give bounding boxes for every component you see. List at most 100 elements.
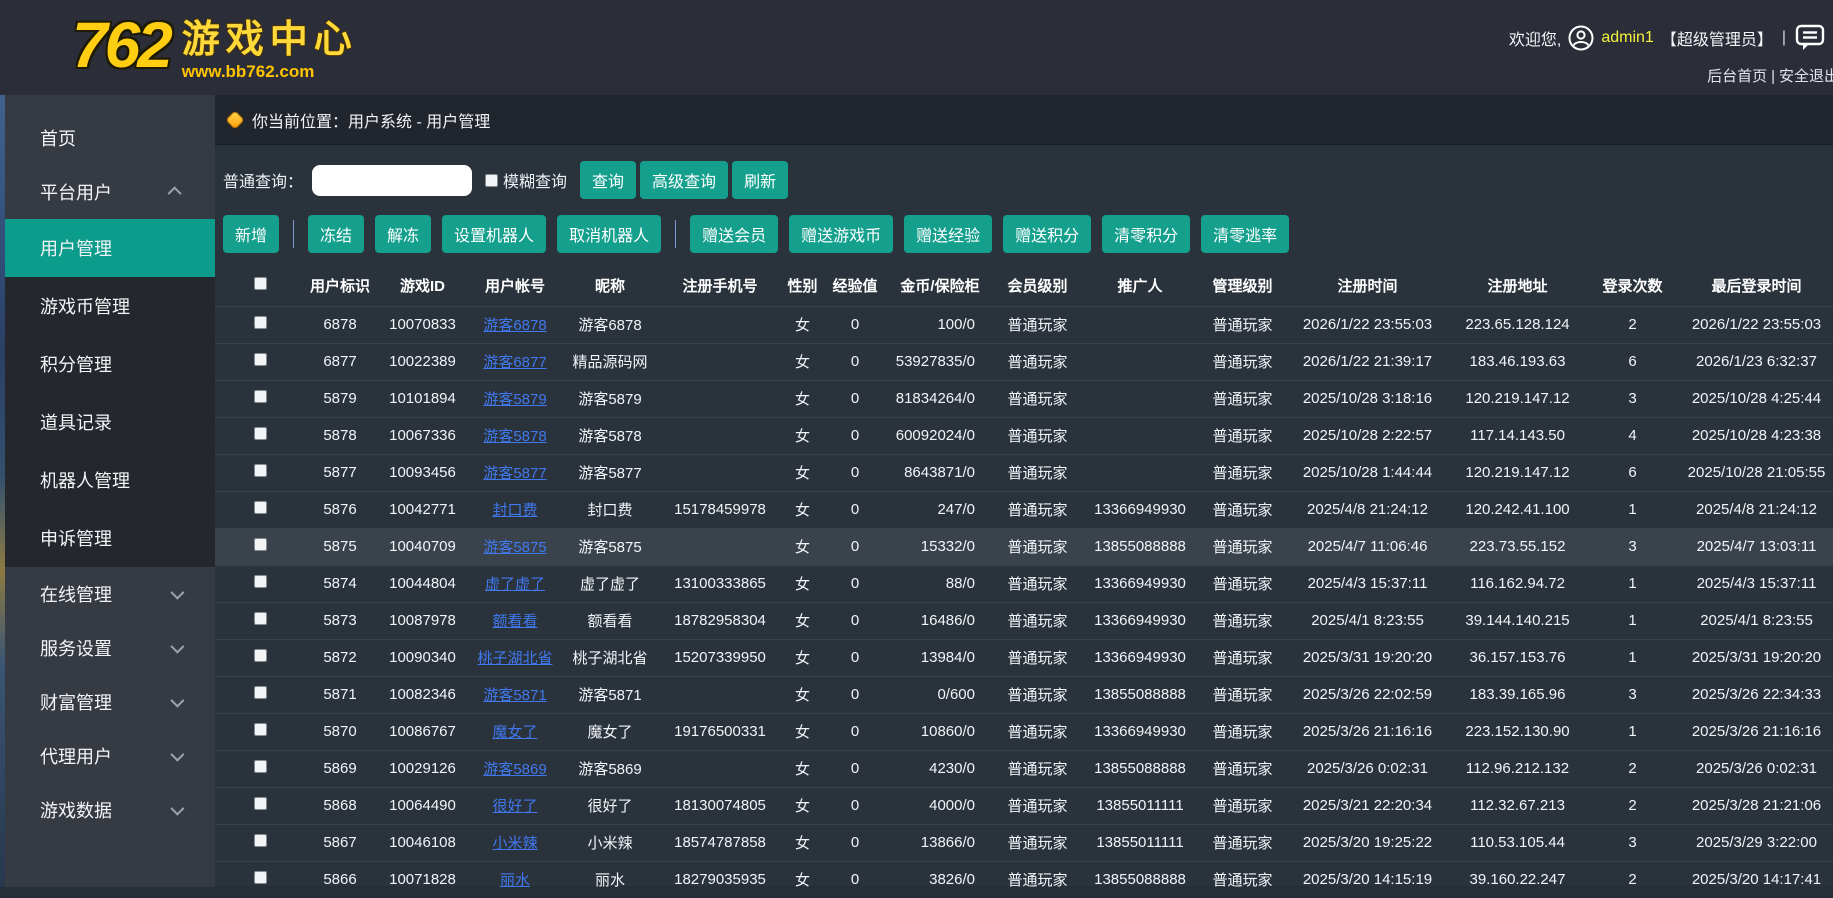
row-checkbox[interactable] [254,390,267,403]
cell-phone [660,454,780,491]
top-header: 762 游戏中心 www.bb762.com 欢迎您, admin1 【超级管理… [0,0,1833,95]
unfreeze-button[interactable]: 解冻 [375,215,431,253]
cell-game-id: 10044804 [375,565,470,602]
sidebar-item-service-settings[interactable]: 服务设置 [0,621,215,675]
account-link[interactable]: 魔女了 [492,724,537,741]
account-link[interactable]: 封口费 [492,502,537,519]
account-link[interactable]: 游客6878 [483,317,546,334]
cell-gender: 女 [780,676,825,713]
row-checkbox[interactable] [254,316,267,329]
sidebar-item-user-management[interactable]: 用户管理 [0,219,215,277]
row-checkbox[interactable] [254,834,267,847]
column-header: 注册地址 [1450,265,1585,306]
add-button[interactable]: 新增 [223,215,279,253]
account-link[interactable]: 游客5871 [483,687,546,704]
clear-points-button[interactable]: 清零积分 [1102,215,1190,253]
backend-home-link[interactable]: 后台首页 [1707,68,1767,85]
row-checkbox[interactable] [254,353,267,366]
cell-reg-addr: 120.219.147.12 [1450,454,1585,491]
cell-reg-time: 2025/10/28 2:22:57 [1285,417,1450,454]
sidebar-item-wealth-management[interactable]: 财富管理 [0,675,215,729]
account-link[interactable]: 桃子湖北省 [477,650,552,667]
cell-vip-level: 普通玩家 [995,417,1080,454]
search-button[interactable]: 查询 [580,161,636,199]
cell-exp: 0 [825,491,885,528]
sidebar-item-points-management[interactable]: 积分管理 [0,335,215,393]
cell-promoter [1080,454,1200,491]
toolbar-group-divider [293,220,294,248]
cell-gold-safe: 4230/0 [885,750,995,787]
sidebar-item-appeal-management[interactable]: 申诉管理 [0,509,215,567]
cell-game-id: 10086767 [375,713,470,750]
account-link[interactable]: 游客5879 [483,391,546,408]
set-robot-button[interactable]: 设置机器人 [442,215,546,253]
gift-points-button[interactable]: 赠送积分 [1003,215,1091,253]
freeze-button[interactable]: 冻结 [308,215,364,253]
sidebar-item-home[interactable]: 首页 [0,111,215,165]
fuzzy-search-checkbox[interactable] [485,174,498,187]
gift-member-button[interactable]: 赠送会员 [690,215,778,253]
row-checkbox[interactable] [254,723,267,736]
sidebar-item-online-management[interactable]: 在线管理 [0,567,215,621]
row-checkbox[interactable] [254,871,267,884]
cell-gold-safe: 88/0 [885,565,995,602]
refresh-button[interactable]: 刷新 [732,161,788,199]
cell-login-count: 6 [1585,343,1680,380]
sidebar-item-label: 代理用户 [40,743,112,769]
account-link[interactable]: 额看看 [492,613,537,630]
row-checkbox[interactable] [254,464,267,477]
gift-gamecoin-button[interactable]: 赠送游戏币 [789,215,893,253]
sidebar-item-game-data[interactable]: 游戏数据 [0,783,215,837]
advanced-search-button[interactable]: 高级查询 [640,161,728,199]
account-link[interactable]: 虚了虚了 [485,576,545,593]
cell-nickname: 游客6878 [560,306,660,343]
account-link[interactable]: 小米辣 [492,835,537,852]
row-checkbox[interactable] [254,797,267,810]
logo-url: www.bb762.com [182,62,358,82]
row-checkbox[interactable] [254,427,267,440]
account-link[interactable]: 游客6877 [483,354,546,371]
cell-uid: 5871 [305,676,375,713]
account-link[interactable]: 游客5878 [483,428,546,445]
row-checkbox[interactable] [254,538,267,551]
cell-vip-level: 普通玩家 [995,713,1080,750]
select-all-checkbox[interactable] [254,277,267,290]
cell-account: 很好了 [470,787,560,824]
safe-logout-link[interactable]: 安全退出 [1779,68,1833,85]
cell-gold-safe: 53927835/0 [885,343,995,380]
cell-vip-level: 普通玩家 [995,454,1080,491]
row-checkbox[interactable] [254,575,267,588]
main-content: 你当前位置：用户系统 - 用户管理 普通查询： 模糊查询 查询高级查询刷新 新增… [215,95,1833,887]
username[interactable]: admin1 [1601,29,1653,47]
gift-exp-button[interactable]: 赠送经验 [904,215,992,253]
row-checkbox[interactable] [254,612,267,625]
cell-reg-addr: 120.219.147.12 [1450,380,1585,417]
row-checkbox[interactable] [254,501,267,514]
sidebar-item-agent-users[interactable]: 代理用户 [0,729,215,783]
cell-login-count: 1 [1585,602,1680,639]
cancel-robot-button[interactable]: 取消机器人 [557,215,661,253]
row-checkbox[interactable] [254,649,267,662]
cell-admin-level: 普通玩家 [1200,676,1285,713]
clear-escape-button[interactable]: 清零逃率 [1201,215,1289,253]
row-checkbox[interactable] [254,760,267,773]
account-link[interactable]: 游客5875 [483,539,546,556]
search-input[interactable] [312,165,472,196]
row-checkbox[interactable] [254,686,267,699]
sidebar-item-platform-users[interactable]: 平台用户 [0,165,215,219]
cell-reg-addr: 39.144.140.215 [1450,602,1585,639]
sidebar-item-game-coin-management[interactable]: 游戏币管理 [0,277,215,335]
cell-promoter: 13366949930 [1080,491,1200,528]
cell-account: 虚了虚了 [470,565,560,602]
cell-login-count: 2 [1585,861,1680,898]
cell-phone: 18279035935 [660,861,780,898]
column-header: 游戏ID [375,265,470,306]
sidebar-item-robot-management[interactable]: 机器人管理 [0,451,215,509]
account-link[interactable]: 很好了 [492,798,537,815]
cell-admin-level: 普通玩家 [1200,417,1285,454]
chat-bubble-icon[interactable] [1795,24,1825,52]
account-link[interactable]: 游客5869 [483,761,546,778]
sidebar-item-item-records[interactable]: 道具记录 [0,393,215,451]
account-link[interactable]: 游客5877 [483,465,546,482]
cell-phone: 15207339950 [660,639,780,676]
